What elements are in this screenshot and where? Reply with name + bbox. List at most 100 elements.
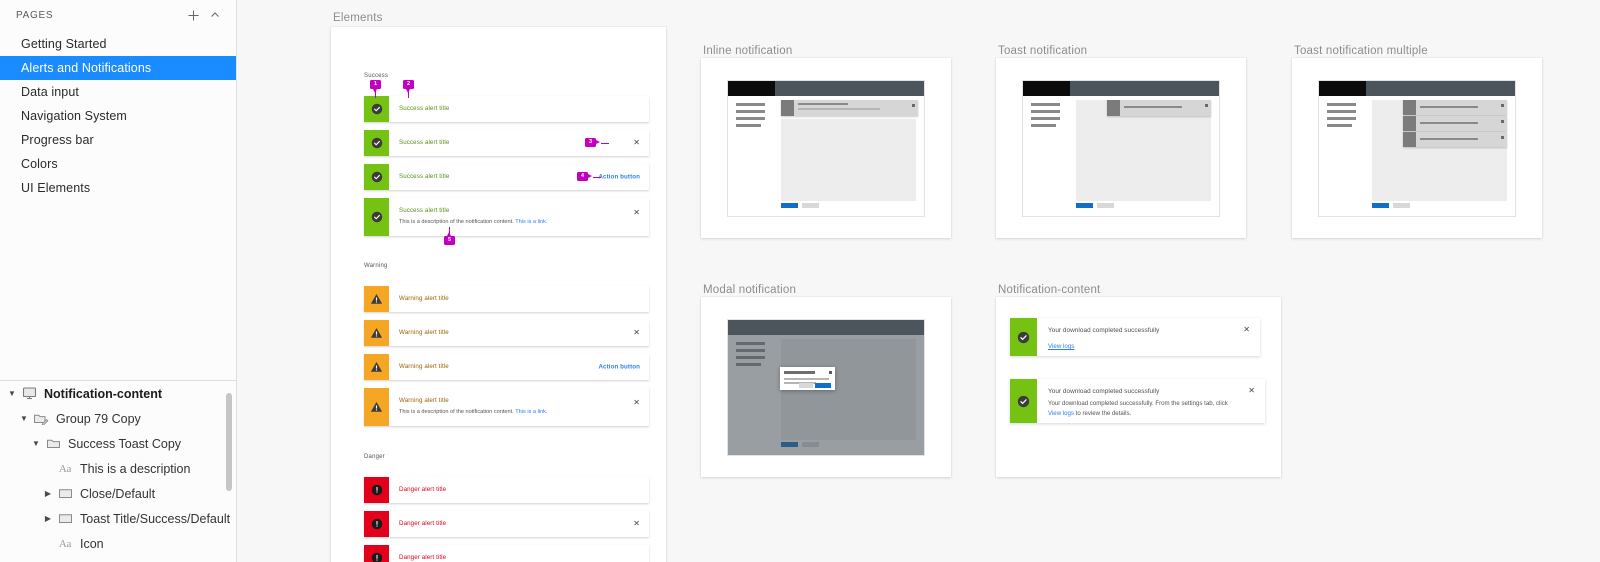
wireframe-banner-icon	[781, 100, 794, 116]
alert-success-1[interactable]: Success alert title	[364, 96, 649, 122]
layer-row[interactable]: ▼ Success Toast Copy	[0, 431, 236, 456]
artboard-inline-notification[interactable]	[701, 58, 951, 238]
artboard-modal-notification[interactable]	[701, 297, 951, 477]
layer-row[interactable]: ▶ Close/Default	[0, 481, 236, 506]
plus-icon[interactable]	[182, 4, 204, 26]
check-circle-icon	[1010, 379, 1037, 423]
disclosure-spacer: ▶	[41, 456, 55, 481]
close-x-icon[interactable]: ✕	[633, 139, 640, 147]
alert-body: Warning alert title This is a descriptio…	[389, 388, 649, 426]
wireframe-modal-confirm	[815, 383, 831, 388]
notification-card-1[interactable]: Your download completed successfully Vie…	[1010, 318, 1260, 356]
check-circle-icon	[1010, 318, 1037, 356]
artboard-elements[interactable]: Success Success alert title Success aler…	[331, 27, 666, 562]
alert-description-link[interactable]: This is a link.	[515, 219, 547, 225]
disclosure-open-icon[interactable]: ▼	[29, 431, 43, 456]
pages-list: Getting Started Alerts and Notifications…	[0, 30, 236, 200]
sidebar-item-colors[interactable]: Colors	[0, 152, 236, 176]
wireframe-browser	[727, 80, 925, 217]
view-logs-link[interactable]: View logs	[1048, 343, 1074, 350]
folder-icon	[43, 431, 63, 456]
disclosure-closed-icon[interactable]: ▶	[41, 481, 55, 506]
check-circle-icon	[364, 198, 389, 236]
error-circle-icon	[364, 545, 389, 562]
view-logs-link[interactable]: View logs	[1048, 410, 1074, 417]
left-panel: PAGES Getting Started Alerts and Notific…	[0, 0, 237, 562]
sidebar-item-navigation-system[interactable]: Navigation System	[0, 104, 236, 128]
annotation-stem	[593, 177, 601, 178]
alert-title: Success alert title	[399, 104, 450, 112]
notification-card-2[interactable]: Your download completed successfully You…	[1010, 379, 1265, 423]
wireframe-toast-icon	[1403, 116, 1416, 131]
alert-danger-1[interactable]: Danger alert title	[364, 477, 649, 503]
action-button[interactable]: Action button	[598, 174, 640, 181]
sidebar-item-alerts-and-notifications[interactable]: Alerts and Notifications	[0, 56, 236, 80]
artboard-notification-content[interactable]: Your download completed successfully Vie…	[996, 297, 1281, 477]
annotation-pin-3[interactable]: 3	[585, 138, 600, 147]
alert-warning-3[interactable]: Warning alert title Action button	[364, 354, 649, 380]
close-x-icon[interactable]: ✕	[633, 209, 640, 217]
layer-row[interactable]: ▶ Aa Icon	[0, 531, 236, 556]
wireframe-toast	[1403, 132, 1507, 147]
alert-success-3[interactable]: Success alert title Action button	[364, 164, 649, 190]
layer-row[interactable]: ▶ Aa This is a description	[0, 456, 236, 481]
layer-row[interactable]: ▼ Notification-content	[0, 381, 236, 406]
wireframe-secondary-button	[1097, 203, 1114, 208]
close-x-icon[interactable]: ✕	[633, 520, 640, 528]
close-x-icon[interactable]: ✕	[633, 329, 640, 337]
canvas[interactable]: Elements Success Success alert title Suc…	[237, 0, 1600, 562]
alert-title: Success alert title	[399, 207, 450, 215]
wireframe-toast-body	[1416, 116, 1507, 131]
alert-description-link[interactable]: This is a link.	[515, 409, 547, 415]
alert-warning-2[interactable]: Warning alert title ✕	[364, 320, 649, 346]
wireframe-secondary-button	[802, 203, 819, 208]
artboard-toast-notification-multiple[interactable]	[1292, 58, 1542, 238]
page-label: Getting Started	[21, 37, 107, 51]
frame-label-toast-notification-multiple: Toast notification multiple	[1294, 45, 1428, 57]
annotation-pin-5[interactable]: 5	[444, 232, 455, 245]
wireframe-topbar-brand	[728, 81, 775, 96]
disclosure-open-icon[interactable]: ▼	[17, 406, 31, 431]
alert-success-4[interactable]: Success alert title This is a descriptio…	[364, 198, 649, 236]
alert-body: Warning alert title Action button	[389, 354, 649, 380]
alert-warning-1[interactable]: Warning alert title	[364, 286, 649, 312]
disclosure-spacer: ▶	[41, 531, 55, 556]
wireframe-inline-banner	[781, 100, 918, 116]
annotation-pin-4[interactable]: 4	[577, 172, 592, 181]
close-x-icon[interactable]: ✕	[1243, 326, 1250, 334]
notification-description: Your download completed successfully. Fr…	[1048, 399, 1241, 418]
sidebar-item-data-input[interactable]: Data input	[0, 80, 236, 104]
frame-label-inline-notification: Inline notification	[703, 45, 793, 57]
close-x-icon[interactable]: ✕	[633, 399, 640, 407]
wireframe-toast-body	[1120, 100, 1211, 116]
wireframe-content-area	[781, 119, 916, 201]
alert-body: Success alert title	[389, 96, 649, 122]
disclosure-open-icon[interactable]: ▼	[5, 381, 19, 406]
alert-danger-2[interactable]: Danger alert title ✕	[364, 511, 649, 537]
layers-panel: ▼ Notification-content ▼ Group 79 Copy ▼…	[0, 380, 236, 562]
alert-description-text: This is a description of the notificatio…	[399, 219, 516, 226]
layer-row[interactable]: ▼ Group 79 Copy	[0, 406, 236, 431]
close-x-icon[interactable]: ✕	[1248, 387, 1255, 395]
chevron-up-icon[interactable]	[204, 4, 226, 26]
wireframe-modal-dialog	[780, 367, 835, 390]
annotation-pin-1[interactable]: 1	[370, 80, 381, 93]
annotation-pin-2[interactable]: 2	[403, 80, 414, 93]
sidebar-item-progress-bar[interactable]: Progress bar	[0, 128, 236, 152]
component-frame-icon	[19, 381, 39, 406]
wireframe-browser	[727, 319, 925, 456]
page-label: Progress bar	[21, 133, 94, 147]
layer-label: Group 79 Copy	[56, 411, 141, 426]
layer-row[interactable]: ▶ Toast Title/Success/Default	[0, 506, 236, 531]
sidebar-item-getting-started[interactable]: Getting Started	[0, 32, 236, 56]
wireframe-toast-body	[1416, 132, 1507, 147]
check-circle-icon	[364, 164, 389, 190]
action-button[interactable]: Action button	[598, 364, 640, 371]
wireframe-primary-button	[781, 203, 798, 208]
alert-warning-4[interactable]: Warning alert title This is a descriptio…	[364, 388, 649, 426]
alert-danger-3[interactable]: Danger alert title	[364, 545, 649, 562]
disclosure-closed-icon[interactable]: ▶	[41, 506, 55, 531]
artboard-toast-notification[interactable]	[996, 58, 1246, 238]
sidebar-item-ui-elements[interactable]: UI Elements	[0, 176, 236, 200]
layers-scrollbar-thumb[interactable]	[226, 393, 232, 491]
